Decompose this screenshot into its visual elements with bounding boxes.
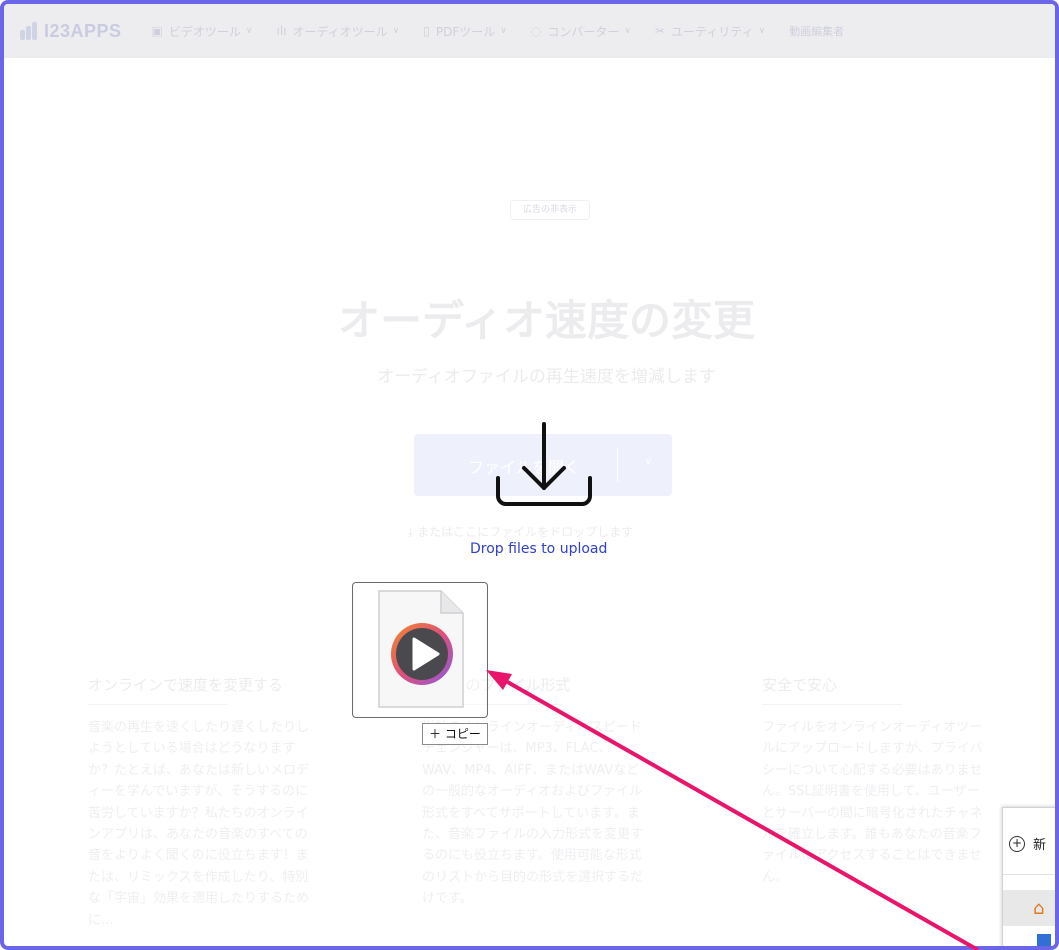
context-menu: + 新 ⌂ <box>1002 807 1055 946</box>
context-menu-home-row[interactable]: ⌂ <box>1003 890 1055 926</box>
feature-heading: 安全で安心 <box>762 676 838 694</box>
divider <box>762 704 902 705</box>
feature-body: 当社のオンラインオーディオスピードチェンジャーは、MP3、FLAC、WAV、MP… <box>422 720 644 907</box>
chevron-down-icon: ∨ <box>392 26 400 36</box>
image-icon <box>1037 934 1051 946</box>
button-divider <box>617 448 618 482</box>
converter-icon: ◌ <box>530 24 542 38</box>
chevron-down-icon: ∨ <box>624 26 631 36</box>
copy-drag-tag: ＋ コピー <box>422 723 488 745</box>
dragged-file-preview[interactable] <box>352 582 488 718</box>
logo-text: I23APPS <box>44 20 122 41</box>
feature-body: 音楽の再生を速くしたり遅くしたりしようとしている場合はどうなりますか？たとえば、… <box>88 720 310 928</box>
nav-video-editor[interactable]: 動画編集者 <box>789 23 844 39</box>
divider <box>88 704 228 705</box>
context-menu-new[interactable]: + 新 <box>1009 834 1046 853</box>
drop-hint: ⤓ またはここにファイルをドロップします <box>408 523 633 540</box>
nav-item-label: PDFツール <box>435 24 496 39</box>
video-icon: ▣ <box>151 24 163 38</box>
nav-audio-tools[interactable]: ılı オーディオツール ∨ <box>277 23 400 40</box>
context-menu-new-label: 新 <box>1033 838 1047 853</box>
feature-column-security: 安全で安心 ファイルをオンラインオーディオツールにアップロードしますが、プライバ… <box>762 674 990 888</box>
chevron-down-icon: ∨ <box>758 26 766 36</box>
top-navbar: I23APPS ▣ ビデオツール ∨ ılı オーディオツール ∨ ▯ PDFツ… <box>4 4 1055 58</box>
divider <box>1003 874 1055 875</box>
chevron-down-icon: ∨ <box>500 26 507 36</box>
nav-pdf-tools[interactable]: ▯ PDFツール ∨ <box>423 23 507 40</box>
drop-files-text: Drop files to upload <box>470 541 608 557</box>
nav-item-label: コンバーター <box>547 24 620 39</box>
nav-converter[interactable]: ◌ コンバーター ∨ <box>531 23 631 40</box>
nav-video-tools[interactable]: ▣ ビデオツール ∨ <box>152 23 253 40</box>
page-subtitle: オーディオファイルの再生速度を増減します <box>377 367 716 387</box>
feature-body: ファイルをオンラインオーディオツールにアップロードしますが、プライバシーについて… <box>762 720 983 885</box>
browser-viewport: I23APPS ▣ ビデオツール ∨ ılı オーディオツール ∨ ▯ PDFツ… <box>0 0 1059 950</box>
nav-utilities[interactable]: ✂ ユーティリティ ∨ <box>655 23 765 40</box>
media-file-icon <box>378 590 464 708</box>
plus-circle-icon: + <box>1009 835 1025 852</box>
nav-item-label: ビデオツール <box>168 24 241 39</box>
page-title: オーディオ速度の変更 <box>337 296 756 345</box>
pdf-icon: ▯ <box>423 24 430 38</box>
audio-wave-icon: ılı <box>276 24 287 38</box>
logo-icon <box>20 22 38 40</box>
nav-item-label: オーディオツール <box>292 24 388 39</box>
nav-item-label: 動画編集者 <box>789 25 845 38</box>
scissors-icon: ✂ <box>654 24 666 38</box>
site-logo[interactable]: I23APPS <box>20 21 122 42</box>
hide-ads-link[interactable]: 広告の非表示 <box>510 200 590 220</box>
nav-item-label: ユーティリティ <box>671 24 754 39</box>
home-icon: ⌂ <box>1033 898 1045 919</box>
chevron-down-icon: ∨ <box>245 26 253 36</box>
feature-column-speed: オンラインで速度を変更する 音楽の再生を速くしたり遅くしたりしようとしている場合… <box>88 674 316 931</box>
download-icon: ⤓ <box>408 525 418 539</box>
chevron-down-icon[interactable]: ∨ <box>645 456 652 467</box>
drop-hint-text: またはここにファイルをドロップします <box>417 525 634 539</box>
upload-drop-icon <box>496 422 592 506</box>
feature-heading: オンラインで速度を変更する <box>88 676 284 694</box>
